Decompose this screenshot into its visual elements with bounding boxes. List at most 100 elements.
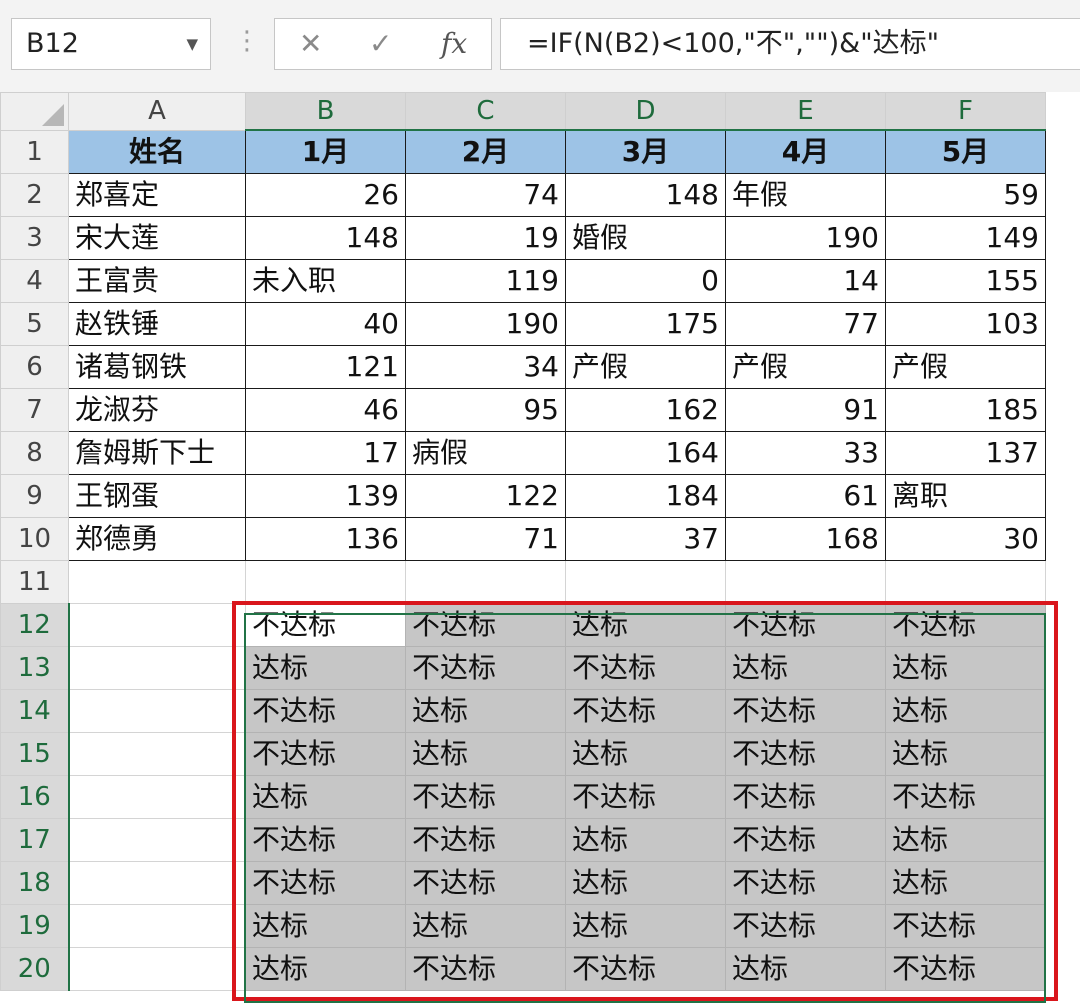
cell-e17[interactable]: 不达标 <box>725 818 886 862</box>
row-header-5[interactable]: 5 <box>0 302 69 346</box>
cell-c1[interactable]: 2月 <box>405 129 566 174</box>
cell-e18[interactable]: 不达标 <box>725 861 886 905</box>
cell-e14[interactable]: 不达标 <box>725 689 886 733</box>
cell-f7[interactable]: 185 <box>885 388 1046 432</box>
cell-e12[interactable]: 不达标 <box>725 603 886 647</box>
cell-a10[interactable]: 郑德勇 <box>68 517 246 561</box>
row-header-3[interactable]: 3 <box>0 216 69 260</box>
cell-e4[interactable]: 14 <box>725 259 886 303</box>
cell-c10[interactable]: 71 <box>405 517 566 561</box>
row-header-18[interactable]: 18 <box>0 861 70 905</box>
cell-c18[interactable]: 不达标 <box>405 861 566 905</box>
column-header-b[interactable]: B <box>245 92 406 131</box>
cell-c3[interactable]: 19 <box>405 216 566 260</box>
cell-d12[interactable]: 达标 <box>565 603 726 647</box>
cell-d14[interactable]: 不达标 <box>565 689 726 733</box>
row-header-12[interactable]: 12 <box>0 603 70 647</box>
cell-e6[interactable]: 产假 <box>725 345 886 389</box>
cell-b18[interactable]: 不达标 <box>245 861 406 905</box>
cell-d3[interactable]: 婚假 <box>565 216 726 260</box>
cell-b10[interactable]: 136 <box>245 517 406 561</box>
cell-c15[interactable]: 达标 <box>405 732 566 776</box>
cell-a18[interactable] <box>68 861 246 905</box>
cell-c2[interactable]: 74 <box>405 173 566 217</box>
row-header-2[interactable]: 2 <box>0 173 69 217</box>
cell-e7[interactable]: 91 <box>725 388 886 432</box>
row-header-15[interactable]: 15 <box>0 732 70 776</box>
column-header-c[interactable]: C <box>405 92 566 131</box>
cell-e19[interactable]: 不达标 <box>725 904 886 948</box>
cell-f12[interactable]: 不达标 <box>885 603 1046 647</box>
cell-c7[interactable]: 95 <box>405 388 566 432</box>
cell-b7[interactable]: 46 <box>245 388 406 432</box>
cell-e9[interactable]: 61 <box>725 474 886 518</box>
cell-b8[interactable]: 17 <box>245 431 406 475</box>
cell-b14[interactable]: 不达标 <box>245 689 406 733</box>
cell-c4[interactable]: 119 <box>405 259 566 303</box>
cell-a4[interactable]: 王富贵 <box>68 259 246 303</box>
cell-f17[interactable]: 达标 <box>885 818 1046 862</box>
column-header-e[interactable]: E <box>725 92 886 131</box>
cell-f10[interactable]: 30 <box>885 517 1046 561</box>
cell-d18[interactable]: 达标 <box>565 861 726 905</box>
row-header-19[interactable]: 19 <box>0 904 70 948</box>
cell-a13[interactable] <box>68 646 246 690</box>
cell-a7[interactable]: 龙淑芬 <box>68 388 246 432</box>
cell-f13[interactable]: 达标 <box>885 646 1046 690</box>
name-box[interactable]: B12 ▼ <box>11 18 211 70</box>
cell-b11[interactable] <box>245 560 406 604</box>
cell-e1[interactable]: 4月 <box>725 129 886 174</box>
cell-e15[interactable]: 不达标 <box>725 732 886 776</box>
cell-c17[interactable]: 不达标 <box>405 818 566 862</box>
cell-d8[interactable]: 164 <box>565 431 726 475</box>
cell-b6[interactable]: 121 <box>245 345 406 389</box>
cell-a14[interactable] <box>68 689 246 733</box>
row-header-4[interactable]: 4 <box>0 259 69 303</box>
cell-b13[interactable]: 达标 <box>245 646 406 690</box>
cell-c5[interactable]: 190 <box>405 302 566 346</box>
cell-c6[interactable]: 34 <box>405 345 566 389</box>
cell-f2[interactable]: 59 <box>885 173 1046 217</box>
row-header-20[interactable]: 20 <box>0 947 70 991</box>
cell-d6[interactable]: 产假 <box>565 345 726 389</box>
enter-icon[interactable]: ✓ <box>369 27 392 61</box>
row-header-8[interactable]: 8 <box>0 431 69 475</box>
cell-a20[interactable] <box>68 947 246 991</box>
row-header-17[interactable]: 17 <box>0 818 70 862</box>
cell-f3[interactable]: 149 <box>885 216 1046 260</box>
cell-f9[interactable]: 离职 <box>885 474 1046 518</box>
row-header-7[interactable]: 7 <box>0 388 69 432</box>
cell-e16[interactable]: 不达标 <box>725 775 886 819</box>
cell-f5[interactable]: 103 <box>885 302 1046 346</box>
row-header-11[interactable]: 11 <box>0 560 69 604</box>
cell-f20[interactable]: 不达标 <box>885 947 1046 991</box>
row-header-10[interactable]: 10 <box>0 517 69 561</box>
cell-c19[interactable]: 达标 <box>405 904 566 948</box>
cell-a6[interactable]: 诸葛钢铁 <box>68 345 246 389</box>
cell-f8[interactable]: 137 <box>885 431 1046 475</box>
cell-e2[interactable]: 年假 <box>725 173 886 217</box>
cancel-icon[interactable]: ✕ <box>299 27 322 61</box>
cell-c13[interactable]: 不达标 <box>405 646 566 690</box>
cell-f18[interactable]: 达标 <box>885 861 1046 905</box>
cell-c11[interactable] <box>405 560 566 604</box>
cell-f1[interactable]: 5月 <box>885 129 1046 174</box>
column-header-a[interactable]: A <box>68 92 246 131</box>
cell-d7[interactable]: 162 <box>565 388 726 432</box>
cell-c14[interactable]: 达标 <box>405 689 566 733</box>
cell-e3[interactable]: 190 <box>725 216 886 260</box>
cell-b15[interactable]: 不达标 <box>245 732 406 776</box>
cell-a11[interactable] <box>68 560 246 604</box>
cell-f4[interactable]: 155 <box>885 259 1046 303</box>
cell-c12[interactable]: 不达标 <box>405 603 566 647</box>
cell-b5[interactable]: 40 <box>245 302 406 346</box>
cell-a19[interactable] <box>68 904 246 948</box>
cell-b20[interactable]: 达标 <box>245 947 406 991</box>
cell-a3[interactable]: 宋大莲 <box>68 216 246 260</box>
cell-d11[interactable] <box>565 560 726 604</box>
cell-b16[interactable]: 达标 <box>245 775 406 819</box>
row-header-1[interactable]: 1 <box>0 129 69 174</box>
cell-d19[interactable]: 达标 <box>565 904 726 948</box>
row-header-6[interactable]: 6 <box>0 345 69 389</box>
cell-c20[interactable]: 不达标 <box>405 947 566 991</box>
